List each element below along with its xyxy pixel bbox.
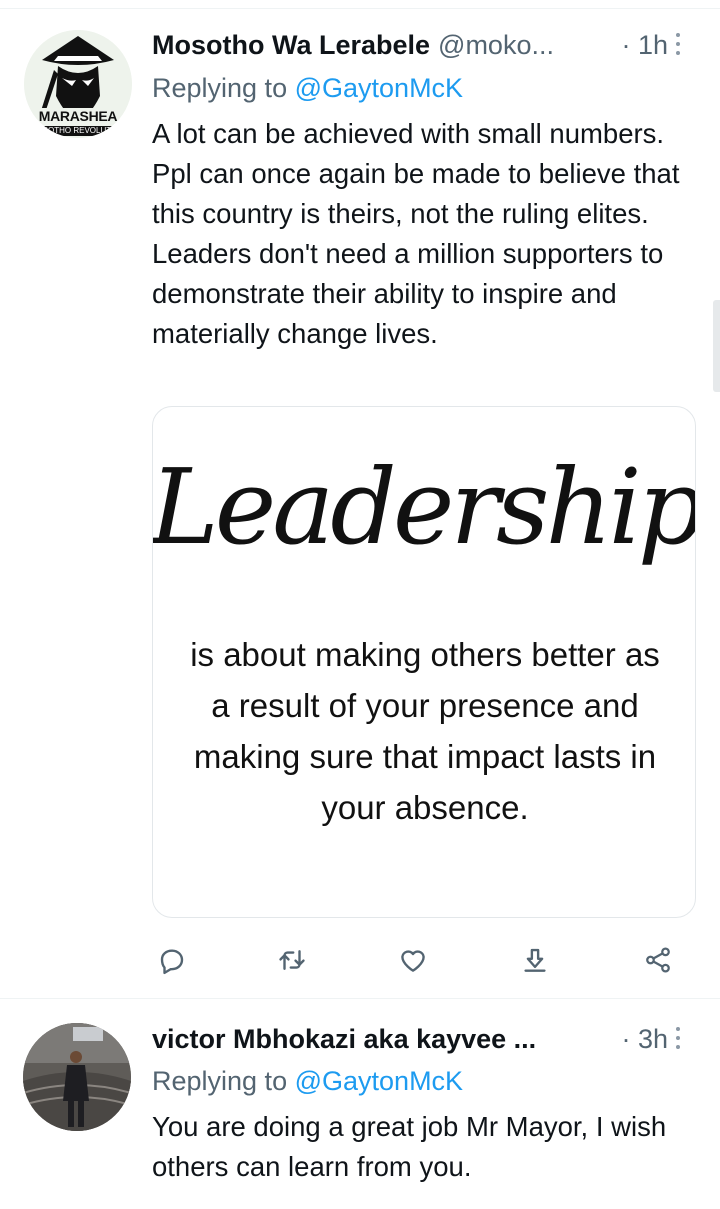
avatar[interactable] bbox=[23, 1023, 131, 1131]
replying-to-mention[interactable]: @GaytonMcK bbox=[295, 73, 463, 103]
tweet-header: Mosotho Wa Lerabele @moko... · 1h bbox=[152, 25, 690, 65]
share-icon bbox=[646, 947, 670, 973]
replying-to: Replying to @GaytonMcK bbox=[152, 1061, 463, 1101]
user-handle[interactable]: @moko... bbox=[438, 25, 554, 65]
tweet[interactable]: MARASHEA SOTHO REVOLUTI Mosotho Wa Lerab… bbox=[0, 0, 720, 998]
media-script-title: Leadership bbox=[153, 446, 696, 568]
timestamp[interactable]: · 1h bbox=[621, 25, 668, 65]
tweet-header: victor Mbhokazi aka kayvee ... · 3h bbox=[152, 1019, 690, 1059]
tweet-text: A lot can be achieved with small numbers… bbox=[152, 118, 680, 349]
retweet-icon bbox=[279, 950, 305, 970]
tweet-text: You are doing a great job Mr Mayor, I wi… bbox=[152, 1111, 667, 1182]
tweet[interactable]: victor Mbhokazi aka kayvee ... · 3h Repl… bbox=[0, 998, 720, 1209]
svg-text:Leadership: Leadership bbox=[153, 446, 696, 568]
avatar-logo-text: MARASHEA bbox=[38, 108, 118, 124]
display-name[interactable]: Mosotho Wa Lerabele bbox=[152, 25, 430, 65]
replying-to-label: Replying to bbox=[152, 1066, 288, 1096]
avatar[interactable]: MARASHEA SOTHO REVOLUTI bbox=[24, 30, 132, 138]
reply-button[interactable] bbox=[150, 938, 194, 982]
more-options-icon[interactable] bbox=[668, 1023, 688, 1053]
display-name[interactable]: victor Mbhokazi aka kayvee ... bbox=[152, 1019, 536, 1059]
tweet-media-image[interactable]: Leadership is about making others better… bbox=[152, 406, 696, 918]
replying-to-mention[interactable]: @GaytonMcK bbox=[295, 1066, 463, 1096]
download-icon bbox=[524, 948, 546, 972]
more-options-icon[interactable] bbox=[668, 29, 688, 59]
retweet-button[interactable] bbox=[270, 938, 314, 982]
avatar-logo-subtext: SOTHO REVOLUTI bbox=[42, 126, 114, 135]
download-button[interactable] bbox=[513, 938, 557, 982]
like-icon bbox=[401, 950, 425, 972]
reply-icon bbox=[160, 949, 184, 975]
timestamp[interactable]: · 3h bbox=[621, 1019, 668, 1059]
like-button[interactable] bbox=[391, 938, 435, 982]
replying-to: Replying to @GaytonMcK bbox=[152, 68, 463, 108]
media-quote-text: is about making others better as a resul… bbox=[190, 636, 660, 826]
tweet-actions bbox=[150, 938, 684, 982]
user-photo bbox=[23, 1023, 131, 1131]
replying-to-label: Replying to bbox=[152, 73, 288, 103]
share-button[interactable] bbox=[636, 938, 680, 982]
